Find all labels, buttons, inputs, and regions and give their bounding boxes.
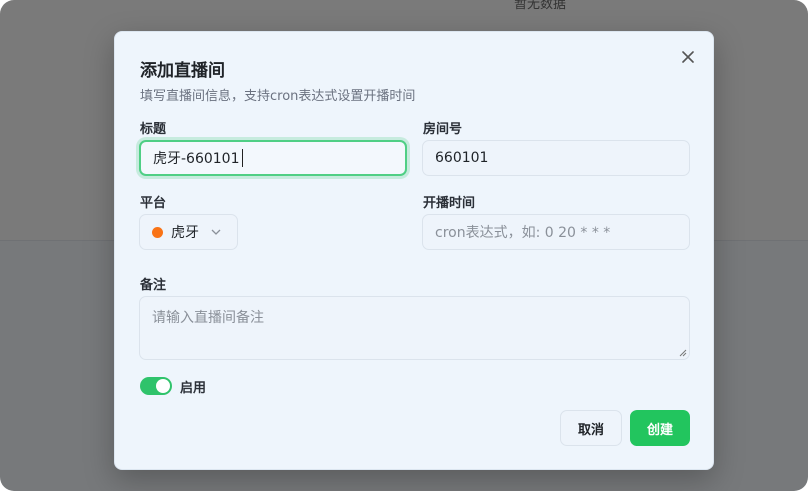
- text-caret: [241, 149, 243, 167]
- platform-select-value: 虎牙: [171, 225, 199, 241]
- title-input-value: 虎牙-660101: [153, 151, 240, 167]
- schedule-label: 开播时间: [423, 196, 476, 211]
- platform-select[interactable]: 虎牙: [139, 214, 238, 250]
- title-label: 标题: [140, 122, 167, 137]
- close-button[interactable]: [677, 46, 699, 68]
- title-input[interactable]: 虎牙-660101: [139, 140, 407, 176]
- schedule-input[interactable]: cron表达式，如: 0 20 * * *: [422, 214, 690, 250]
- add-room-dialog: 添加直播间 填写直播间信息，支持cron表达式设置开播时间 标题 虎牙-6601…: [114, 31, 714, 470]
- resize-grip-icon[interactable]: [679, 349, 687, 357]
- platform-color-dot: [152, 226, 163, 238]
- enable-toggle[interactable]: [140, 377, 172, 395]
- dialog-title: 添加直播间: [140, 61, 225, 81]
- note-placeholder: 请输入直播间备注: [152, 310, 264, 326]
- toggle-knob: [156, 379, 170, 393]
- dialog-subtitle: 填写直播间信息，支持cron表达式设置开播时间: [140, 89, 416, 104]
- create-button[interactable]: 创建: [630, 410, 690, 446]
- close-icon: [682, 51, 694, 63]
- platform-label: 平台: [140, 196, 167, 211]
- note-textarea[interactable]: 请输入直播间备注: [139, 296, 690, 360]
- chevron-down-icon: [211, 229, 221, 235]
- enable-toggle-label: 启用: [180, 381, 207, 396]
- app-window: 暂无数据 添加直播间 填写直播间信息，支持cron表达式设置开播时间 标题 虎牙…: [0, 0, 808, 491]
- room-number-label: 房间号: [423, 122, 463, 137]
- note-label: 备注: [140, 278, 167, 293]
- room-number-input[interactable]: 660101: [422, 140, 690, 176]
- room-number-value: 660101: [435, 150, 489, 166]
- schedule-placeholder: cron表达式，如: 0 20 * * *: [435, 225, 611, 241]
- cancel-button[interactable]: 取消: [560, 410, 622, 446]
